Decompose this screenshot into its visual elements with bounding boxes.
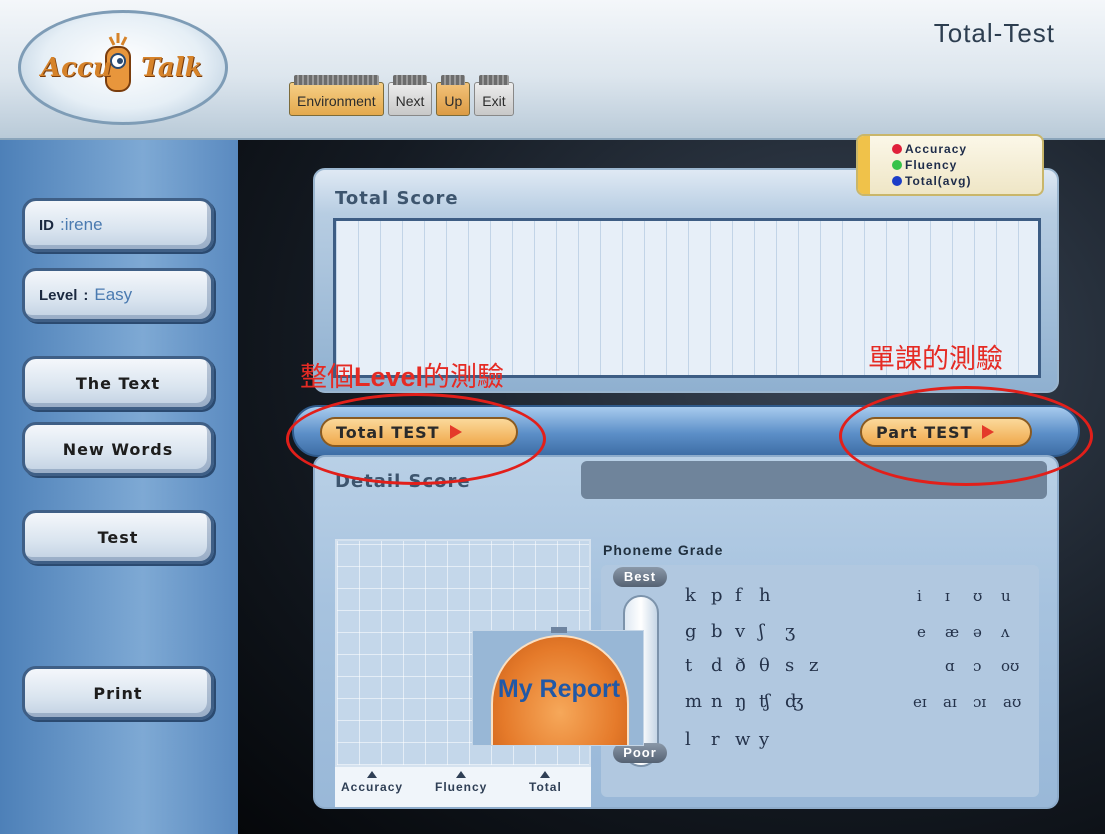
phoneme: ʃ [759, 621, 764, 642]
phoneme: aɪ [943, 693, 957, 711]
phoneme: e [917, 623, 926, 641]
my-report-label: My Report [497, 675, 621, 703]
phoneme: ʌ [1001, 623, 1010, 641]
phoneme: k [685, 585, 696, 606]
phoneme: ɪ [945, 587, 950, 605]
phoneme: ŋ [735, 691, 747, 712]
phoneme: ð [735, 655, 746, 676]
phoneme: d [711, 655, 723, 676]
phoneme-grade-area: Best Poor k p f h g b v ʃ ʒ t d ð θ s z … [601, 565, 1039, 797]
nav-environment-button[interactable]: Environment [289, 75, 384, 116]
annotation-circle-left [286, 393, 546, 485]
phoneme: r [711, 729, 720, 750]
phoneme-grade-title: Phoneme Grade [603, 542, 724, 558]
print-button[interactable]: Print [22, 666, 214, 720]
phoneme: æ [945, 623, 960, 641]
annotation-lesson-test: 單課的測驗 [868, 344, 1003, 374]
level-value: Easy [94, 285, 133, 304]
phoneme: g [685, 621, 697, 642]
phoneme: s [785, 655, 795, 676]
axis-fluency: Fluency [435, 771, 487, 794]
detail-axis: Accuracy Fluency Total [335, 767, 591, 807]
phoneme: ʧ [759, 691, 770, 712]
logo-text-accu: Accu [41, 53, 112, 83]
fluency-dot-icon [892, 160, 902, 170]
legend-total-label: Total(avg) [905, 174, 972, 188]
print-label: Print [93, 683, 143, 703]
phoneme: ʒ [785, 621, 796, 642]
test-label: Test [97, 527, 139, 547]
grade-poor-label: Poor [613, 743, 667, 763]
score-legend: Accuracy Fluency Total(avg) [856, 134, 1044, 196]
phoneme: ɔɪ [973, 693, 987, 711]
phoneme: b [711, 621, 723, 642]
phoneme: n [711, 691, 723, 712]
nav-next-button[interactable]: Next [387, 75, 433, 116]
phoneme: t [685, 655, 693, 676]
phoneme: i [917, 587, 922, 605]
legend-fluency-label: Fluency [905, 158, 958, 172]
axis-total: Total [529, 771, 562, 794]
the-text-label: The Text [75, 373, 161, 393]
phoneme: u [1001, 587, 1011, 605]
legend-total: Total(avg) [892, 173, 1042, 189]
sidebar: ID :irene Level : Easy The Text New Word… [0, 140, 238, 834]
detail-score-panel: Detail Score Accuracy Fluency Total Phon… [313, 455, 1059, 809]
accutalk-logo: Accu Talk [18, 10, 228, 125]
phoneme: y [759, 729, 770, 750]
phoneme: h [759, 585, 771, 606]
phoneme: aʊ [1003, 693, 1022, 711]
report-knob [551, 627, 567, 633]
my-report-button[interactable]: My Report [472, 627, 644, 746]
level-colon: : [83, 286, 89, 304]
phoneme: θ [759, 655, 770, 676]
legend-accuracy: Accuracy [892, 141, 1042, 157]
phoneme: ʤ [785, 691, 804, 712]
phoneme: ʊ [973, 587, 983, 605]
phoneme: w [735, 729, 751, 750]
total-dot-icon [892, 176, 902, 186]
phoneme: ə [973, 623, 982, 641]
new-words-label: New Words [62, 439, 174, 459]
phoneme: v [735, 621, 746, 642]
header-bar: Accu Talk Environment Next Up Exit Total… [0, 0, 1105, 140]
legend-accuracy-label: Accuracy [905, 142, 968, 156]
new-words-button[interactable]: New Words [22, 422, 214, 476]
nav-exit-button[interactable]: Exit [474, 75, 514, 116]
grade-best-label: Best [613, 567, 667, 587]
level-label: Level [39, 286, 78, 304]
user-id-field: ID :irene [22, 198, 214, 252]
nav-up-button[interactable]: Up [436, 75, 471, 116]
legend-fluency: Fluency [892, 157, 1042, 173]
phoneme: ɔ [973, 657, 982, 675]
total-score-title: Total Score [335, 188, 459, 209]
annotation-level-test: 整個Level的測驗 [300, 362, 505, 392]
page-title: Total-Test [933, 18, 1055, 48]
phoneme: l [685, 729, 691, 750]
accuracy-dot-icon [892, 144, 902, 154]
logo-text-talk: Talk [141, 53, 203, 83]
test-button[interactable]: Test [22, 510, 214, 564]
level-field: Level : Easy [22, 268, 214, 322]
phoneme: m [685, 691, 703, 712]
phoneme: oʊ [1001, 657, 1020, 675]
phoneme: ɑ [945, 657, 955, 675]
the-text-button[interactable]: The Text [22, 356, 214, 410]
axis-accuracy: Accuracy [341, 771, 403, 794]
user-id-label: ID [39, 216, 54, 234]
phoneme: eɪ [913, 693, 927, 711]
phoneme: p [711, 585, 723, 606]
annotation-circle-right [839, 386, 1093, 486]
phoneme: f [735, 585, 742, 606]
user-id-value: :irene [60, 215, 103, 234]
top-nav: Environment Next Up Exit [289, 75, 514, 116]
phoneme: z [809, 655, 819, 676]
